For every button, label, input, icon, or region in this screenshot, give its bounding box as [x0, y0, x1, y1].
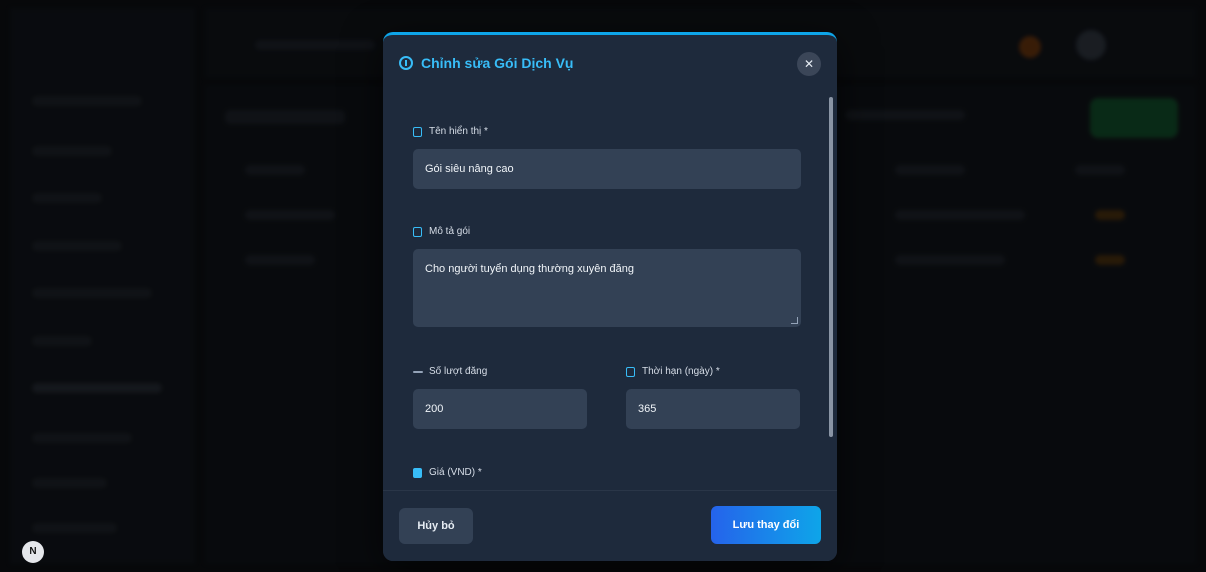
resize-handle-icon[interactable]: [791, 317, 798, 324]
description-textarea[interactable]: Cho người tuyển dụng thường xuyên đăng: [413, 249, 801, 327]
money-icon: [413, 468, 422, 478]
equals-icon: [413, 371, 423, 373]
modal-title: Chỉnh sửa Gói Dịch Vụ: [421, 55, 574, 71]
close-button[interactable]: ✕: [797, 52, 821, 76]
edit-package-modal: Chỉnh sửa Gói Dịch Vụ ✕ Tên hiển thị * G…: [383, 32, 837, 561]
field-posts: Số lượt đăng 200: [413, 365, 587, 429]
modal-footer: Hủy bỏ Lưu thay đổi: [383, 490, 837, 561]
field-duration: Thời hạn (ngày) * 365: [626, 365, 800, 429]
cancel-button[interactable]: Hủy bỏ: [399, 508, 473, 544]
description-label: Mô tả gói: [429, 226, 471, 237]
name-label: Tên hiển thị *: [429, 126, 488, 137]
modal-body: Tên hiển thị * Gói siêu nâng cao Mô tả g…: [383, 95, 837, 490]
posts-input[interactable]: 200: [413, 389, 587, 429]
duration-label: Thời hạn (ngày) *: [642, 366, 720, 377]
price-label: Giá (VND) *: [429, 467, 482, 478]
duration-input[interactable]: 365: [626, 389, 800, 429]
info-icon: [399, 56, 413, 70]
document-icon: [413, 227, 422, 237]
posts-label: Số lượt đăng: [429, 366, 488, 377]
name-input[interactable]: Gói siêu nâng cao: [413, 149, 801, 189]
field-description: Mô tả gói Cho người tuyển dụng thường xu…: [413, 225, 801, 327]
save-button[interactable]: Lưu thay đổi: [711, 506, 821, 544]
calendar-icon: [626, 367, 635, 377]
modal-scrollbar[interactable]: [829, 97, 833, 437]
field-price: Giá (VND) *: [413, 466, 801, 490]
description-value: Cho người tuyển dụng thường xuyên đăng: [425, 263, 634, 275]
modal-header: Chỉnh sửa Gói Dịch Vụ ✕: [383, 35, 837, 95]
field-name: Tên hiển thị * Gói siêu nâng cao: [413, 125, 801, 189]
bottom-left-badge[interactable]: N: [22, 541, 44, 563]
tag-icon: [413, 127, 422, 137]
